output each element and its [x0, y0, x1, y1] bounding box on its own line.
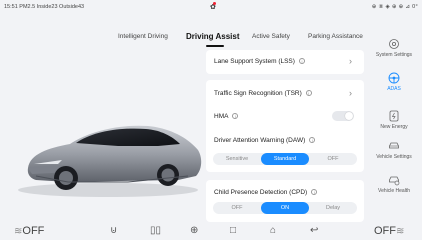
- info-icon[interactable]: i: [298, 58, 305, 65]
- status-info: 15:51 PM2.5 Inside23 Outside43: [4, 4, 85, 10]
- sidebar-item-vehicle-settings[interactable]: Vehicle Settings: [366, 140, 422, 170]
- active-tab-indicator: [206, 45, 224, 47]
- car-health-icon: [389, 176, 400, 186]
- daw-label-text: Driver Attention Warning (DAW): [214, 137, 306, 144]
- tsr-label-text: Traffic Sign Recognition (TSR): [214, 90, 302, 97]
- tab-parking-assistance[interactable]: Parking Assistance: [308, 33, 363, 40]
- hma-label: HMA i: [214, 113, 239, 120]
- settings-panel: Lane Support System (LSS) i › Traffic Sig…: [206, 50, 364, 222]
- daw-segmented-control: Sensitive Standard OFF: [213, 153, 357, 165]
- settings-icon: [389, 39, 399, 49]
- home-icon[interactable]: ⌂: [270, 225, 276, 236]
- car-illustration: [8, 60, 208, 230]
- sidebar-label: New Energy: [380, 124, 408, 130]
- status-icons: ⊕ ⑧ ◈ ⊕ ⊕ ⊿ 0°: [371, 4, 418, 10]
- hma-toggle[interactable]: [332, 111, 354, 121]
- daw-option-sensitive[interactable]: Sensitive: [213, 153, 261, 165]
- split-screen-icon[interactable]: ▯▯: [150, 225, 161, 236]
- chevron-right-icon[interactable]: ›: [349, 88, 352, 98]
- info-icon[interactable]: i: [305, 90, 312, 97]
- sidebar-label: ADAS: [387, 86, 401, 92]
- steering-wheel-icon: [388, 72, 400, 84]
- sidebar-item-system-settings[interactable]: System Settings: [366, 38, 422, 68]
- tab-intelligent-driving[interactable]: Intelligent Driving: [118, 33, 168, 40]
- sidebar-label: Vehicle Health: [378, 188, 410, 194]
- seat-heating-icon[interactable]: ⊍: [110, 225, 117, 236]
- sidebar-label: Vehicle Settings: [376, 154, 412, 160]
- cpd-option-off[interactable]: OFF: [213, 202, 261, 214]
- daw-option-off[interactable]: OFF: [309, 153, 357, 165]
- steering-heating-icon[interactable]: ⊕: [190, 225, 198, 236]
- tab-active-safety[interactable]: Active Safety: [252, 33, 290, 40]
- info-icon[interactable]: i: [232, 113, 239, 120]
- hma-label-text: HMA: [214, 113, 229, 120]
- cpd-option-delay[interactable]: Delay: [309, 202, 357, 214]
- cpd-label: Child Presence Detection (CPD) i: [214, 189, 318, 196]
- sidebar-item-adas[interactable]: ADAS: [366, 72, 422, 102]
- left-fan-state: OFF: [22, 225, 45, 237]
- notification-fan-icon: ✿: [210, 2, 216, 11]
- cpd-option-on[interactable]: ON: [261, 202, 309, 214]
- status-bar: 15:51 PM2.5 Inside23 Outside43 ✿ ⊕ ⑧ ◈ ⊕…: [0, 0, 422, 14]
- sidebar-item-vehicle-health[interactable]: Vehicle Health: [366, 174, 422, 204]
- sidebar-label: System Settings: [375, 52, 413, 58]
- left-fan-control[interactable]: ≋OFF: [14, 225, 44, 237]
- car-image: [18, 125, 202, 197]
- lss-label-text: Lane Support System (LSS): [214, 58, 295, 65]
- recent-apps-icon[interactable]: □: [230, 225, 236, 236]
- bottom-control-bar: ≋OFF ⊍ ▯▯ ⊕ □ ⌂ ↩ OFF≋: [0, 222, 422, 240]
- daw-option-standard[interactable]: Standard: [261, 153, 309, 165]
- battery-icon: [389, 110, 399, 122]
- chevron-right-icon: ›: [349, 56, 352, 66]
- right-fan-state: OFF: [374, 225, 396, 237]
- tsr-hma-card: Traffic Sign Recognition (TSR) i › HMA i: [206, 80, 364, 134]
- fan-icon: ≋: [396, 226, 405, 237]
- cpd-segmented-control: OFF ON Delay: [213, 202, 357, 214]
- cpd-label-text: Child Presence Detection (CPD): [214, 189, 308, 196]
- toggle-knob: [345, 112, 353, 120]
- lss-label: Lane Support System (LSS) i: [214, 58, 305, 65]
- info-icon[interactable]: i: [311, 189, 318, 196]
- back-icon[interactable]: ↩: [310, 225, 318, 236]
- tsr-label[interactable]: Traffic Sign Recognition (TSR) i: [214, 90, 312, 97]
- settings-sidebar: System Settings ADAS New Energy Vehicle …: [366, 28, 422, 213]
- cpd-card: Child Presence Detection (CPD) i OFF ON D…: [206, 180, 364, 222]
- car-icon: [389, 142, 399, 149]
- tab-driving-assist[interactable]: Driving Assist: [186, 32, 240, 41]
- info-icon[interactable]: i: [309, 137, 316, 144]
- daw-card: Driver Attention Warning (DAW) i Sensitiv…: [206, 128, 364, 172]
- right-fan-control[interactable]: OFF≋: [374, 225, 404, 237]
- lss-row[interactable]: Lane Support System (LSS) i ›: [206, 50, 364, 74]
- sidebar-item-new-energy[interactable]: New Energy: [366, 110, 422, 140]
- daw-label: Driver Attention Warning (DAW) i: [214, 137, 316, 144]
